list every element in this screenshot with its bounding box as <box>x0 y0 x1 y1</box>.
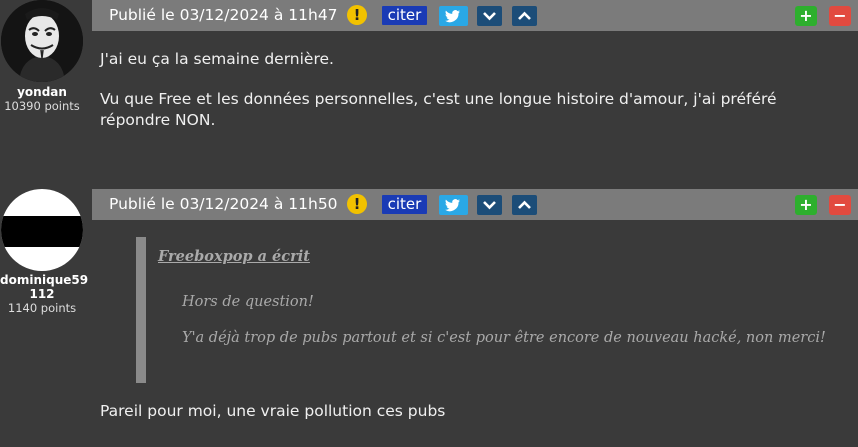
post-author: yondan 10390 points <box>0 0 84 113</box>
chevron-up-icon[interactable] <box>512 195 537 215</box>
twitter-icon[interactable] <box>439 195 468 215</box>
quote-author-link[interactable]: Freeboxpop a écrit <box>158 248 310 265</box>
chevron-down-icon[interactable] <box>477 195 502 215</box>
author-points: 1140 points <box>7 301 77 315</box>
post-date: Publié le 03/12/2024 à 11h50 <box>109 195 338 213</box>
avatar-stripe <box>1 216 83 247</box>
warning-icon[interactable]: ! <box>347 194 367 214</box>
author-name[interactable]: yondan <box>0 85 84 99</box>
avatar[interactable] <box>1 189 83 271</box>
post-header-bar: Publié le 03/12/2024 à 11h50 ! citer + − <box>92 189 858 220</box>
downvote-button[interactable]: − <box>829 195 851 215</box>
chevron-up-icon[interactable] <box>512 6 537 26</box>
post-body: Pareil pour moi, une vraie pollution ces… <box>100 401 850 422</box>
upvote-button[interactable]: + <box>795 6 817 26</box>
downvote-button[interactable]: − <box>829 6 851 26</box>
post-paragraph: J'ai eu ça la semaine dernière. <box>100 50 334 68</box>
avatar[interactable] <box>1 0 83 82</box>
chevron-down-icon[interactable] <box>477 6 502 26</box>
post-body: J'ai eu ça la semaine dernière. Vu que F… <box>100 49 850 131</box>
warning-icon[interactable]: ! <box>347 5 367 25</box>
quote-line: Y'a déjà trop de pubs partout et si c'es… <box>182 330 826 346</box>
author-points: 10390 points <box>4 99 80 113</box>
quoted-message: Freeboxpop a écrit Hors de question! Y'a… <box>136 237 826 383</box>
post-author: dominique59 112 1140 points <box>0 189 88 315</box>
post-paragraph: Vu que Free et les données personnelles,… <box>100 90 777 129</box>
mask-avatar-image <box>1 0 83 82</box>
upvote-button[interactable]: + <box>795 195 817 215</box>
author-name[interactable]: dominique59 112 <box>0 273 88 301</box>
post-paragraph: Pareil pour moi, une vraie pollution ces… <box>100 402 446 420</box>
quote-button[interactable]: citer <box>382 195 427 214</box>
quote-line: Hors de question! <box>182 294 314 310</box>
quote-button[interactable]: citer <box>382 6 427 25</box>
post-date: Publié le 03/12/2024 à 11h47 <box>109 6 338 24</box>
twitter-icon[interactable] <box>439 6 468 26</box>
forum-post: yondan 10390 points Publié le 03/12/2024… <box>0 0 858 180</box>
post-header-bar: Publié le 03/12/2024 à 11h47 ! citer + − <box>92 0 858 31</box>
forum-post: dominique59 112 1140 points Publié le 03/… <box>0 189 858 447</box>
